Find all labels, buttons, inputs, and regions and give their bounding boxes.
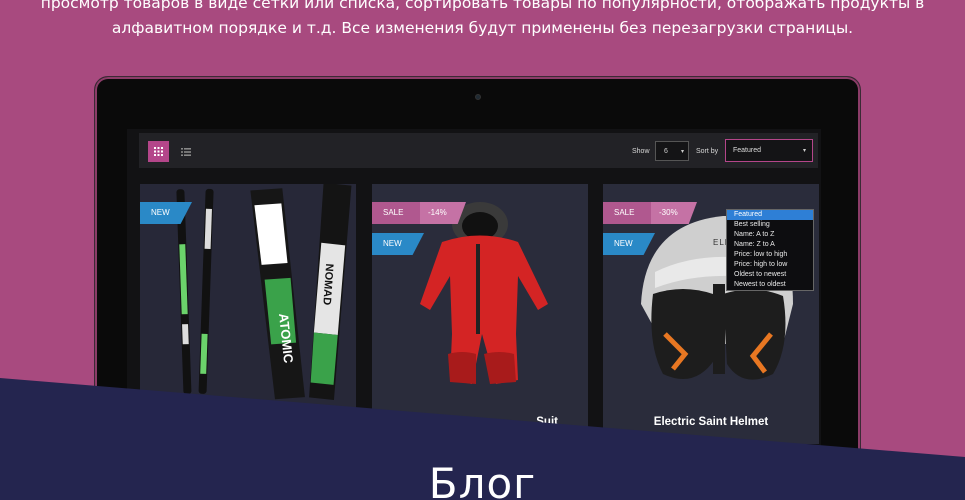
- intro-line-2: алфавитном порядке и т.д. Все изменения …: [111, 19, 854, 37]
- product-card[interactable]: SALE -14% NEW Suit: [372, 184, 588, 444]
- chevron-down-icon: ▾: [802, 148, 806, 154]
- sort-option[interactable]: Best selling: [727, 220, 813, 230]
- sale-badge: SALE: [603, 202, 651, 224]
- intro-text: просмотр товаров в виде сетки или списка…: [0, 0, 965, 41]
- sort-option[interactable]: Name: A to Z: [727, 230, 813, 240]
- sort-option[interactable]: Name: Z to A: [727, 240, 813, 250]
- show-count-select[interactable]: 6 ▾: [655, 141, 689, 161]
- list-view-button[interactable]: [175, 141, 196, 162]
- grid-icon: [154, 147, 163, 156]
- shop-toolbar: Show 6 ▾ Sort by Featured ▾: [139, 133, 818, 168]
- sort-option[interactable]: Newest to oldest: [727, 280, 813, 290]
- intro-line-1: просмотр товаров в виде сетки или списка…: [40, 0, 925, 12]
- sort-option[interactable]: Price: high to low: [727, 260, 813, 270]
- sort-options-dropdown: Featured Best selling Name: A to Z Name:…: [726, 209, 814, 291]
- list-icon: [180, 147, 191, 156]
- product-name[interactable]: Electric Saint Helmet: [603, 416, 819, 428]
- sort-option[interactable]: Featured: [727, 210, 813, 220]
- show-count-value: 6: [664, 148, 668, 155]
- chevron-down-icon: ▾: [680, 149, 684, 155]
- show-label: Show: [632, 148, 650, 155]
- sort-by-select[interactable]: Featured ▾: [725, 139, 813, 162]
- sort-option[interactable]: Price: low to high: [727, 250, 813, 260]
- sale-badge: SALE: [372, 202, 420, 224]
- sort-option[interactable]: Oldest to newest: [727, 270, 813, 280]
- grid-view-button[interactable]: [148, 141, 169, 162]
- camera-icon: [475, 94, 481, 100]
- section-title: Блог: [428, 459, 537, 500]
- sort-by-value: Featured: [733, 147, 762, 154]
- sort-label: Sort by: [696, 148, 719, 155]
